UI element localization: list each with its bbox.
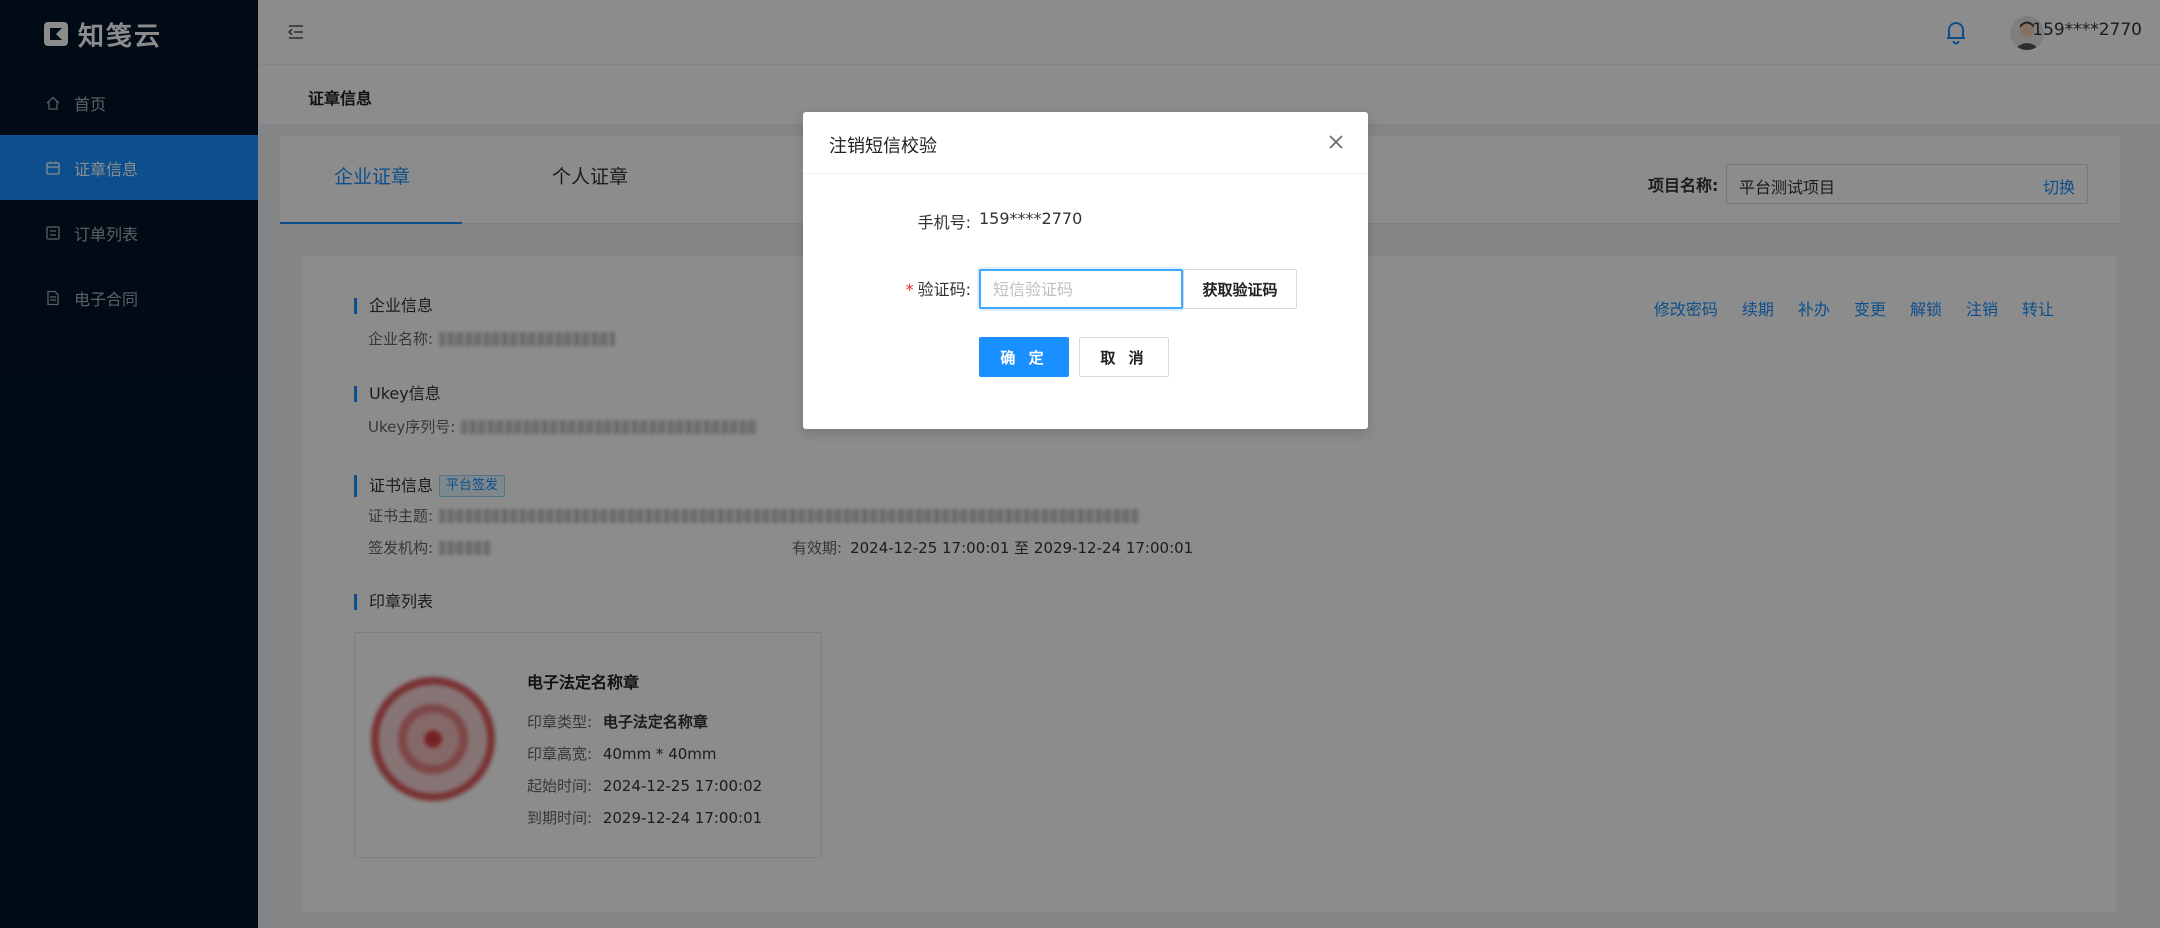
cancel-button[interactable]: 取 消: [1079, 337, 1169, 377]
sms-verify-modal: 注销短信校验 手机号: 159****2770 *验证码: 获取验证码 确 定 …: [803, 112, 1368, 429]
phone-value: 159****2770: [979, 209, 1083, 228]
modal-header: 注销短信校验: [803, 112, 1368, 174]
get-code-button[interactable]: 获取验证码: [1183, 269, 1297, 309]
sms-code-input[interactable]: [979, 269, 1183, 309]
modal-title: 注销短信校验: [829, 136, 937, 157]
phone-label: 手机号:: [917, 213, 971, 232]
confirm-button[interactable]: 确 定: [979, 337, 1069, 377]
code-label: 验证码:: [917, 280, 971, 299]
required-mark: *: [905, 280, 914, 299]
close-icon[interactable]: [1326, 132, 1346, 152]
code-label-wrap: * 验证码:: [851, 276, 971, 300]
